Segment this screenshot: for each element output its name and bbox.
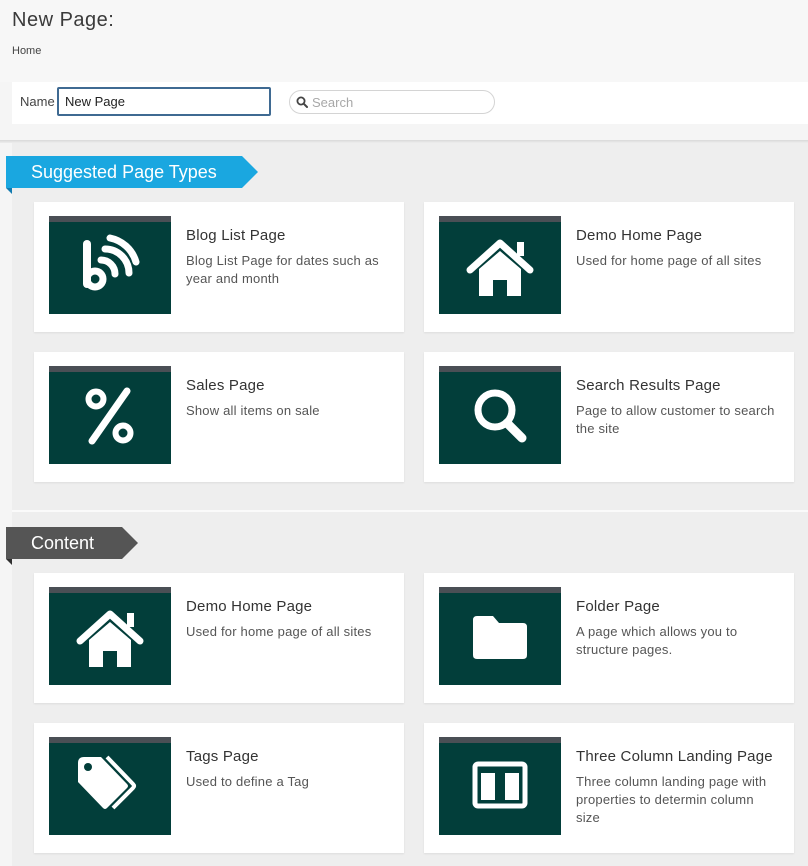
card-thumbnail (439, 366, 561, 464)
card-description: Page to allow customer to search the sit… (576, 403, 775, 436)
card-title: Demo Home Page (186, 598, 313, 615)
name-search-toolbar: Name (12, 82, 808, 124)
name-input[interactable] (57, 87, 271, 116)
section-heading-suggested: Suggested Page Types (6, 156, 258, 194)
card-title: Three Column Landing Page (576, 748, 773, 765)
card-title: Search Results Page (576, 377, 721, 394)
search-icon (296, 96, 308, 108)
page-type-card-demo-home[interactable]: Demo Home Page Used for home page of all… (424, 202, 794, 332)
page-type-card-three-column[interactable]: Three Column Landing Page Three column l… (424, 723, 794, 853)
page-type-card-folder[interactable]: Folder Page A page which allows you to s… (424, 573, 794, 703)
card-title: Demo Home Page (576, 227, 703, 244)
card-thumbnail (49, 587, 171, 685)
name-label: Name (20, 94, 55, 109)
page-title: New Page: (12, 9, 115, 31)
page-header: New Page: Home (0, 0, 808, 82)
search-icon (474, 389, 527, 443)
card-description: Three column landing page with propertie… (576, 774, 767, 825)
page-type-card-sales[interactable]: Sales Page Show all items on sale (34, 352, 404, 482)
card-thumbnail (49, 216, 171, 314)
card-title: Tags Page (186, 748, 259, 765)
home-icon (466, 239, 534, 296)
card-description: Used for home page of all sites (186, 624, 372, 639)
card-thumbnail (49, 366, 171, 464)
page-type-card-search-results[interactable]: Search Results Page Page to allow custom… (424, 352, 794, 482)
home-icon (76, 610, 144, 667)
columns-icon (472, 761, 528, 809)
card-title: Blog List Page (186, 227, 286, 244)
folder-icon (473, 616, 527, 659)
card-title: Folder Page (576, 598, 660, 615)
page-type-card-tags[interactable]: Tags Page Used to define a Tag (34, 723, 404, 853)
search-input[interactable] (312, 93, 488, 111)
card-thumbnail (439, 587, 561, 685)
card-title: Sales Page (186, 377, 265, 394)
card-description: A page which allows you to structure pag… (576, 624, 738, 657)
card-description: Used to define a Tag (186, 774, 310, 789)
card-thumbnail (49, 737, 171, 835)
page-type-card-blog-list[interactable]: Blog List Page Blog List Page for dates … (34, 202, 404, 332)
card-thumbnail (439, 216, 561, 314)
breadcrumb[interactable]: Home (12, 45, 41, 57)
card-description: Show all items on sale (186, 403, 320, 418)
page-type-card-demo-home[interactable]: Demo Home Page Used for home page of all… (34, 573, 404, 703)
section-separator (12, 510, 808, 512)
rss-blog-icon (83, 234, 140, 291)
card-description: Blog List Page for dates such as year an… (186, 253, 379, 286)
tags-icon (78, 755, 136, 810)
search-box[interactable] (289, 90, 495, 114)
percent-icon (85, 387, 134, 445)
card-description: Used for home page of all sites (576, 253, 762, 268)
card-thumbnail (439, 737, 561, 835)
section-heading-content: Content (6, 527, 138, 565)
